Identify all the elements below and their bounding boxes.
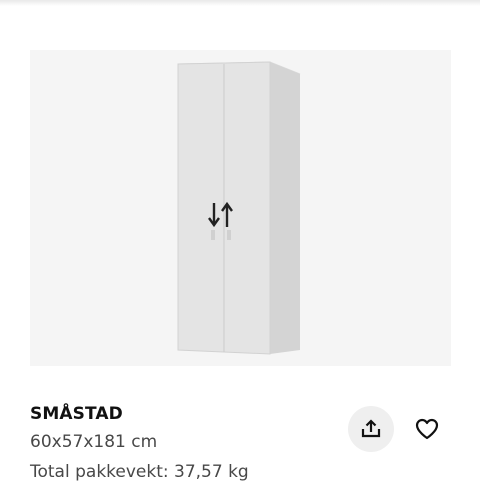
product-weight: Total pakkevekt: 37,57 kg	[30, 462, 249, 482]
favorite-button[interactable]	[404, 406, 450, 452]
product-dimensions: 60x57x181 cm	[30, 432, 158, 452]
share-button[interactable]	[348, 406, 394, 452]
heart-icon	[415, 418, 439, 440]
wardrobe-illustration	[177, 61, 301, 355]
share-icon	[361, 419, 381, 438]
top-divider-shadow	[0, 0, 480, 6]
product-image[interactable]	[30, 50, 451, 366]
product-name: SMÅSTAD	[30, 404, 123, 424]
